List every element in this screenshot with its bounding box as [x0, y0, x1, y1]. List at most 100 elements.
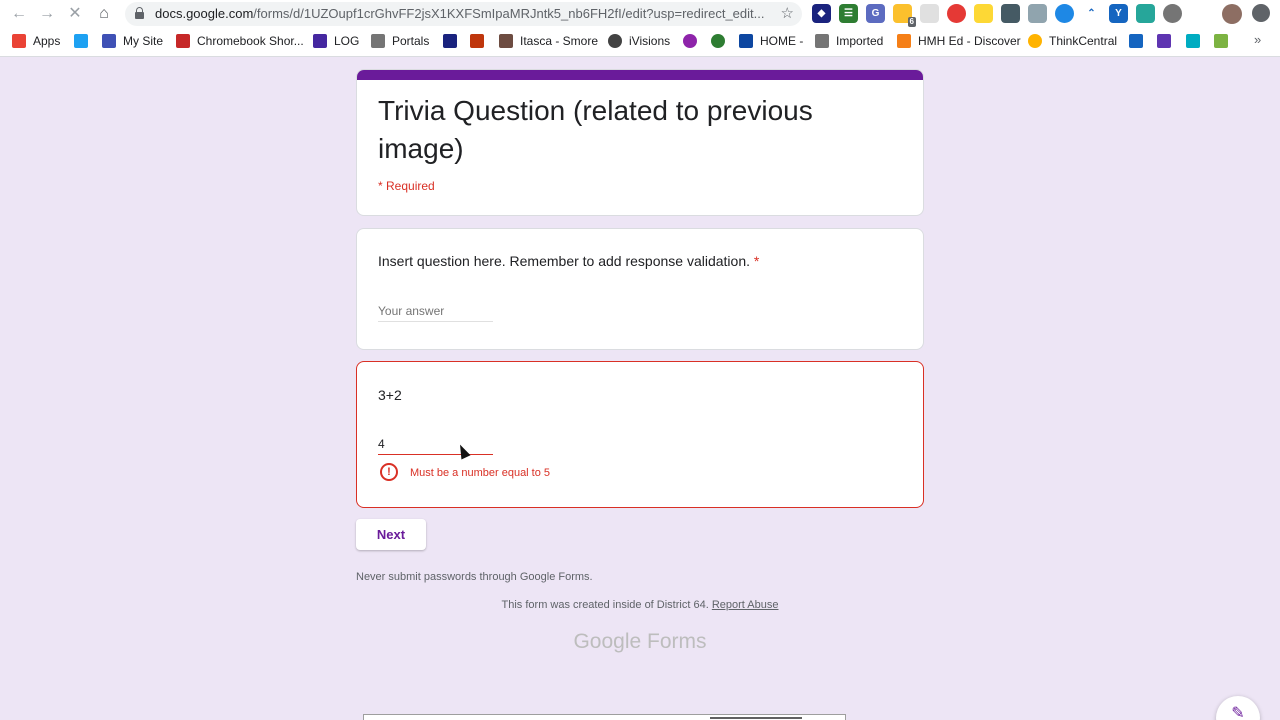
bookmark-item[interactable] [1186, 31, 1207, 51]
error-icon: ! [380, 463, 398, 481]
apps-grid-icon [12, 34, 26, 48]
bookmark-label: iVisions [629, 34, 671, 48]
form-title: Trivia Question (related to previous ima… [378, 95, 813, 164]
extension-icon[interactable] [1055, 4, 1074, 23]
bookmark-label: Apps [33, 34, 61, 48]
required-note: * Required [378, 179, 435, 193]
bookmark-favicon [608, 34, 622, 48]
address-bar[interactable]: docs.google.com/forms/d/1UZOupf1crGhvFF2… [125, 2, 802, 26]
bookmark-label: HMH Ed - Discover [918, 34, 1021, 48]
home-icon[interactable]: ⌂ [94, 4, 114, 24]
bookmark-favicon [1129, 34, 1143, 48]
created-note: This form was created inside of District… [0, 599, 1280, 611]
bookmark-favicon [711, 34, 725, 48]
bookmark-label: Portals [392, 34, 430, 48]
url-text[interactable]: docs.google.com/forms/d/1UZOupf1crGhvFF2… [155, 6, 765, 21]
bookmark-item[interactable]: Chromebook Shor... [176, 31, 304, 51]
extension-icon[interactable]: ◆ [812, 4, 831, 23]
form-header-card: Trivia Question (related to previous ima… [356, 69, 924, 216]
bookmark-item[interactable]: Apps [12, 31, 60, 51]
bookmark-item[interactable]: iVisions [608, 31, 670, 51]
url-path: /forms/d/1UZOupf1crGhvFF2jsX1KXFSmIpaMRJ… [253, 6, 765, 21]
translate-icon[interactable]: G [866, 4, 885, 23]
lock-icon [135, 7, 144, 19]
bookmark-label: HOME - [760, 34, 804, 48]
bottom-panel [363, 714, 846, 720]
rocket-icon[interactable] [1001, 4, 1020, 23]
question-label: Insert question here. Remember to add re… [378, 253, 750, 269]
bookmark-folder[interactable]: Imported [815, 31, 883, 51]
question-card-error: 3+2 ! Must be a number equal to 5 [356, 361, 924, 508]
bookmark-favicon [739, 34, 753, 48]
bookmark-item[interactable] [711, 31, 732, 51]
profile-avatar[interactable] [1222, 4, 1242, 24]
bookmark-favicon [1157, 34, 1171, 48]
bookmark-item[interactable]: HMH Ed - Discover [897, 31, 1021, 51]
bottom-panel-handle [710, 717, 802, 719]
next-button[interactable]: Next [356, 519, 426, 550]
bookmark-item[interactable]: My Site [102, 31, 163, 51]
bookmark-folder[interactable]: Portals [371, 31, 429, 51]
bookmark-item[interactable] [1157, 31, 1178, 51]
bookmark-favicon [683, 34, 697, 48]
bookmark-favicon [443, 34, 457, 48]
bookmark-label: Imported [836, 34, 884, 48]
bookmark-item[interactable]: HOME - [739, 31, 803, 51]
bookmark-label: Chromebook Shor... [197, 34, 304, 48]
bookmark-star-icon[interactable]: ☆ [781, 4, 794, 22]
bookmark-favicon [897, 34, 911, 48]
extension-icon[interactable]: Y [1109, 4, 1128, 23]
bookmarks-overflow-icon[interactable]: » [1254, 32, 1261, 47]
password-warning: Never submit passwords through Google Fo… [356, 571, 593, 583]
extension-icon[interactable] [1136, 4, 1155, 23]
bookmark-favicon [1028, 34, 1042, 48]
question-text: 3+2 [378, 387, 402, 403]
extension-icon[interactable]: 6 [893, 4, 916, 27]
extension-icon[interactable] [947, 4, 966, 23]
back-icon[interactable]: ← [9, 4, 29, 24]
bookmark-item[interactable] [74, 31, 95, 51]
folder-icon [815, 34, 829, 48]
stop-loading-icon[interactable]: ✕ [65, 4, 85, 24]
pen-icon[interactable] [974, 4, 993, 23]
question-text: Insert question here. Remember to add re… [378, 253, 759, 269]
extension-icon[interactable]: ☰ [839, 4, 858, 23]
extension-icon[interactable]: ⌃ [1082, 4, 1101, 23]
bookmark-label: LOG [334, 34, 360, 48]
scissors-icon[interactable] [1028, 4, 1047, 23]
answer-input[interactable] [378, 300, 493, 322]
report-abuse-link[interactable]: Report Abuse [712, 599, 779, 611]
bookmark-favicon [499, 34, 513, 48]
forward-icon[interactable]: → [37, 4, 57, 24]
bookmark-item[interactable] [683, 31, 704, 51]
folder-icon [371, 34, 385, 48]
bookmark-item[interactable]: ThinkCentral [1028, 31, 1117, 51]
url-host: docs.google.com [155, 6, 254, 21]
bookmark-label: My Site [123, 34, 164, 48]
extension-icon[interactable] [920, 4, 939, 23]
bookmark-label: Itasca - Smore [520, 34, 599, 48]
bookmark-item[interactable]: Itasca - Smore [499, 31, 598, 51]
bookmark-favicon [1186, 34, 1200, 48]
question-card: Insert question here. Remember to add re… [356, 228, 924, 350]
edit-pencil-icon[interactable]: ✎ [1216, 696, 1260, 720]
google-forms-logo: Google Forms [573, 630, 707, 653]
bookmark-item[interactable] [1129, 31, 1150, 51]
browser-chrome: ← → ✕ ⌂ docs.google.com/forms/d/1UZOupf1… [0, 0, 1280, 57]
header-accent-bar [357, 70, 923, 80]
bookmark-favicon [102, 34, 116, 48]
extension-badge: 6 [907, 17, 916, 27]
browser-toolbar: ← → ✕ ⌂ docs.google.com/forms/d/1UZOupf1… [0, 0, 1280, 28]
bookmark-item[interactable] [470, 31, 491, 51]
bookmark-item[interactable] [1214, 31, 1235, 51]
bookmark-favicon [176, 34, 190, 48]
validation-error-message: Must be a number equal to 5 [410, 467, 551, 479]
bookmark-favicon [470, 34, 484, 48]
bookmark-item[interactable] [443, 31, 464, 51]
chrome-menu-icon[interactable] [1252, 4, 1270, 22]
bookmark-item[interactable]: LOG [313, 31, 359, 51]
bookmark-favicon [313, 34, 327, 48]
extension-icon[interactable] [1163, 4, 1182, 23]
bookmarks-bar: Apps My Site Chromebook Shor... LOG Port… [0, 31, 1280, 51]
answer-input[interactable] [378, 434, 493, 455]
